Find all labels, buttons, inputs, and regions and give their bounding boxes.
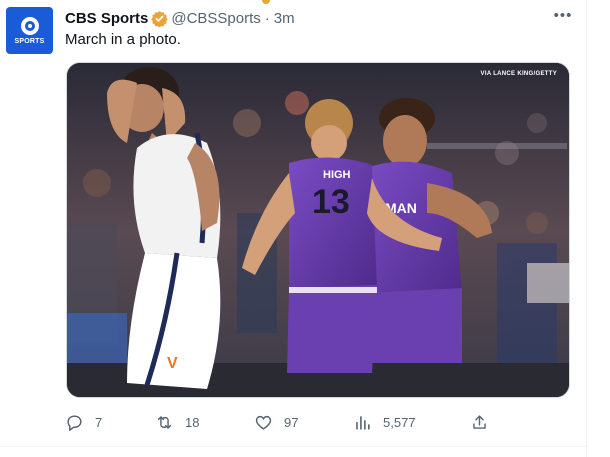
author-name[interactable]: CBS Sports (65, 10, 148, 27)
like-count: 97 (284, 414, 299, 430)
like-button[interactable]: 97 (254, 410, 298, 434)
svg-text:HIGH: HIGH (323, 169, 351, 181)
views-icon (356, 415, 370, 430)
repost-button[interactable]: 18 (155, 410, 199, 434)
tweet-time[interactable]: 3m (274, 10, 295, 27)
avatar[interactable]: SPORTS (6, 7, 53, 54)
repost-count: 18 (185, 414, 200, 430)
photo-credit: VIA LANCE KING/GETTY (480, 71, 557, 77)
share-icon (473, 414, 486, 429)
share-button[interactable] (470, 410, 500, 434)
tweet-photo[interactable]: V MAN HIGH 13 VIA LANCE KING/GETTY (66, 62, 570, 398)
heart-icon (255, 415, 272, 430)
views-button[interactable]: 5,577 (353, 410, 416, 434)
reply-button[interactable]: 7 (65, 410, 102, 434)
tweet-divider (0, 446, 587, 447)
reply-count: 7 (95, 414, 103, 430)
tweet[interactable]: SPORTS CBS Sports @CBSSports · 3m ••• Ma… (0, 0, 587, 457)
author-handle[interactable]: @CBSSports (171, 10, 260, 27)
verified-badge-icon[interactable] (151, 10, 169, 27)
right-pane (587, 0, 610, 457)
avatar-label: SPORTS (14, 37, 45, 45)
tweet-text: March in a photo. (65, 31, 181, 48)
repost-icon (157, 415, 172, 429)
reply-icon (67, 414, 82, 431)
tweet-header: CBS Sports @CBSSports · 3m (65, 8, 295, 28)
photo-illustration: V MAN HIGH 13 (67, 63, 569, 397)
views-count: 5,577 (383, 414, 416, 430)
svg-text:13: 13 (312, 183, 350, 221)
svg-text:V: V (167, 355, 178, 372)
cbs-eye-logo-icon (20, 16, 39, 35)
action-bar: 7 18 97 5,577 (65, 410, 495, 434)
more-icon[interactable]: ••• (553, 8, 573, 28)
header-separator: · (264, 9, 270, 27)
